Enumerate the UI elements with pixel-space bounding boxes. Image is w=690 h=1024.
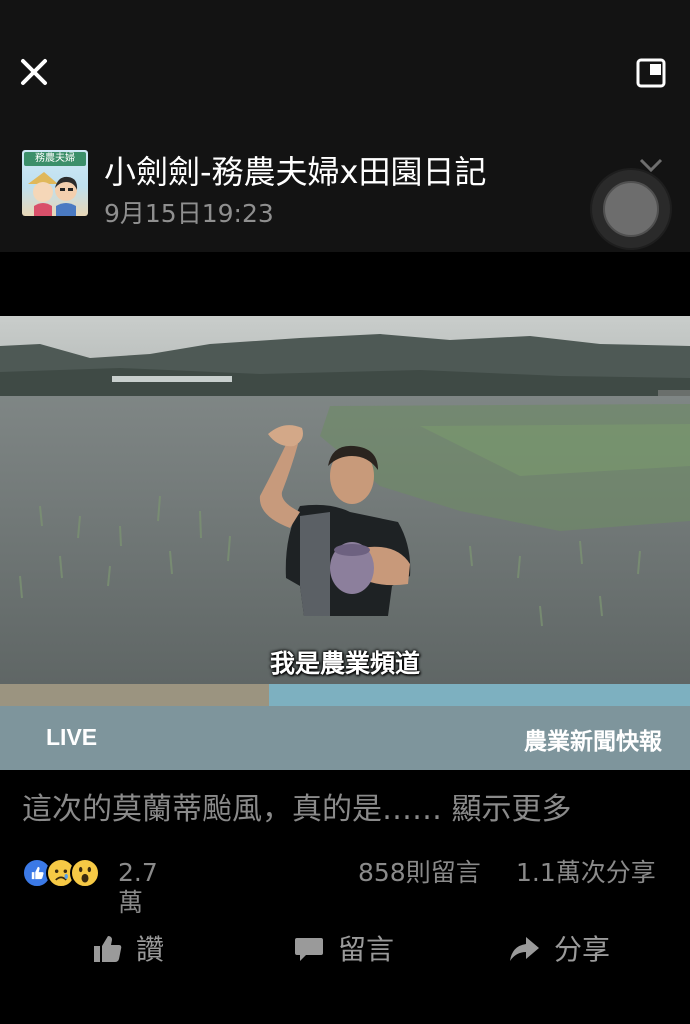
share-icon	[510, 937, 539, 961]
live-badge: LIVE	[46, 724, 98, 750]
header-bar: 務農夫婦 小劍劍-務農夫婦x田園日記 9月15日19:23	[0, 0, 690, 252]
reaction-count: 2.7萬	[118, 858, 158, 917]
caption-text: 這次的莫蘭蒂颱風，真的是……	[22, 792, 442, 827]
see-more-link[interactable]: 顯示更多	[452, 792, 572, 827]
video-lower-third: LIVE 農業新聞快報	[0, 706, 690, 770]
share-button[interactable]: 分享	[508, 928, 628, 974]
pip-icon[interactable]	[636, 58, 666, 88]
page-avatar[interactable]: 務農夫婦	[22, 150, 88, 216]
post-caption: 這次的莫蘭蒂颱風，真的是…… 顯示更多	[22, 788, 572, 832]
program-label: 農業新聞快報	[524, 729, 662, 755]
wow-reaction-icon	[70, 858, 100, 888]
video-subtitle: 我是農業頻道	[269, 649, 420, 678]
close-icon[interactable]	[14, 52, 54, 92]
avatar-illustration	[28, 172, 78, 216]
share-label: 分享	[554, 933, 611, 966]
comment-label: 留言	[338, 933, 395, 966]
comment-icon	[295, 938, 323, 961]
comment-count[interactable]: 858則留言	[358, 858, 481, 888]
video-progress-fill	[0, 684, 270, 706]
like-label: 讚	[136, 933, 165, 966]
floating-button-inner	[603, 181, 659, 237]
post-timestamp: 9月15日19:23	[104, 199, 274, 228]
like-button[interactable]: 讚	[92, 928, 182, 974]
video-player[interactable]: 我是農業頻道 LIVE 農業新聞快報	[0, 316, 690, 770]
like-icon	[94, 936, 122, 962]
floating-chat-head-button[interactable]	[592, 170, 670, 248]
video-progress-bar[interactable]	[0, 684, 690, 706]
share-count[interactable]: 1.1萬次分享	[516, 858, 656, 888]
comment-button[interactable]: 留言	[294, 928, 404, 974]
page-name[interactable]: 小劍劍-務農夫婦x田園日記	[104, 150, 487, 194]
